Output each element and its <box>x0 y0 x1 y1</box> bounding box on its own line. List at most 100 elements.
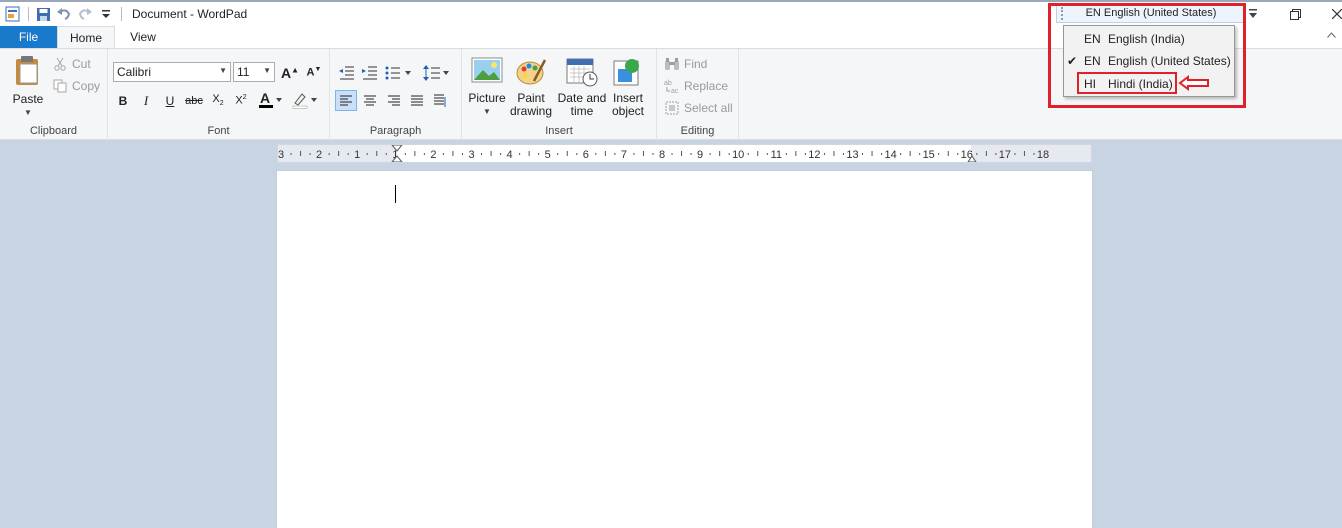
ruler-tick-label: 11 <box>771 149 782 161</box>
underline-button[interactable]: U <box>159 90 181 111</box>
close-icon[interactable] <box>1322 4 1342 24</box>
tab-file[interactable]: File <box>0 26 57 48</box>
ruler-tick <box>985 151 987 156</box>
binoculars-icon <box>664 56 680 72</box>
font-size-combo[interactable]: 11 ▼ <box>233 62 275 82</box>
ruler-tick <box>528 151 530 156</box>
tab-view[interactable]: View <box>115 26 171 48</box>
ruler-tick-label: 15 <box>923 149 935 161</box>
tab-home[interactable]: Home <box>57 26 115 49</box>
line-spacing-button[interactable] <box>422 62 452 83</box>
ruler-tick <box>652 153 654 155</box>
undo-icon[interactable] <box>54 4 74 24</box>
copy-label: Copy <box>72 79 101 93</box>
ruler-tick <box>300 151 302 156</box>
ruler-tick <box>614 153 616 155</box>
align-left-button[interactable] <box>335 90 357 111</box>
save-icon[interactable] <box>33 4 53 24</box>
ruler-tick <box>862 153 864 155</box>
ruler-tick <box>976 153 978 155</box>
ruler-tick <box>385 153 387 155</box>
ruler-tick <box>414 151 416 156</box>
cut-button[interactable]: Cut <box>52 54 91 74</box>
align-right-button[interactable] <box>383 90 405 111</box>
qat-separator <box>121 7 122 21</box>
clipboard-group-label: Clipboard <box>29 125 78 137</box>
ruler-tick <box>481 153 483 155</box>
strikethrough-icon: abc <box>185 94 203 107</box>
ruler-tick <box>376 151 378 156</box>
italic-button[interactable]: I <box>135 90 157 111</box>
ruler-tick <box>1014 153 1016 155</box>
ruler-tick <box>557 153 559 155</box>
ruler-tick <box>681 151 683 156</box>
bullets-button[interactable] <box>384 62 414 83</box>
date-and-time-button[interactable]: Date and time <box>557 57 607 118</box>
chevron-down-icon: ▼ <box>263 66 271 75</box>
align-right-icon <box>388 95 400 105</box>
ruler-tick <box>909 151 911 156</box>
shrink-font-icon: A▼ <box>306 66 322 79</box>
clipboard-icon <box>16 56 38 85</box>
insert-object-button[interactable]: Insert object <box>608 57 648 118</box>
ruler-tick-label: 9 <box>697 149 703 161</box>
ruler-tick <box>338 151 340 156</box>
ruler-tick <box>1033 153 1035 155</box>
ruler-tick <box>671 153 673 155</box>
grow-font-icon: A▲ <box>280 64 300 81</box>
ruler-tick <box>938 153 940 155</box>
ruler-tick <box>690 153 692 155</box>
ruler-tick-label: 8 <box>659 149 665 161</box>
paragraph-settings-button[interactable] <box>430 90 452 111</box>
ruler-tick <box>309 153 311 155</box>
superscript-button[interactable]: X2 <box>230 90 252 111</box>
align-center-button[interactable] <box>359 90 381 111</box>
text-color-button[interactable]: A <box>256 89 286 110</box>
ruler-tick <box>595 153 597 155</box>
ruler-tick <box>404 153 406 155</box>
customize-qat-icon[interactable] <box>96 4 116 24</box>
clipboard-group: Paste ▼ Cut Copy Clipboard <box>0 49 108 140</box>
strikethrough-button[interactable]: abc <box>183 90 205 111</box>
highlight-color-button[interactable] <box>289 89 321 110</box>
increase-indent-button[interactable] <box>359 62 381 83</box>
svg-text:ab: ab <box>664 80 672 87</box>
paint-drawing-button[interactable]: Paint drawing <box>509 57 553 118</box>
picture-button[interactable]: Picture ▼ <box>467 57 507 118</box>
document-workspace[interactable]: 3 2 1 1 2 3 4 5 6 7 8 9 10 11 12 13 14 15 16 17 18 <box>0 141 1342 528</box>
ruler-tick <box>452 151 454 156</box>
redo-icon[interactable] <box>75 4 95 24</box>
grow-font-button[interactable]: A▲ <box>279 62 301 83</box>
ruler-tick <box>957 153 959 155</box>
ruler-tick <box>709 153 711 155</box>
bold-button[interactable]: B <box>112 90 134 111</box>
chevron-up-icon[interactable] <box>1327 30 1336 41</box>
ruler-tick-label: 6 <box>583 149 589 161</box>
insert-group-label: Insert <box>545 125 573 137</box>
paste-button[interactable]: Paste ▼ <box>8 55 48 119</box>
justify-button[interactable] <box>406 90 428 111</box>
find-button[interactable]: Find <box>664 54 707 74</box>
replace-button[interactable]: ab ac Replace <box>664 76 728 96</box>
ruler-tick <box>823 153 825 155</box>
italic-icon: I <box>143 92 149 108</box>
font-family-combo[interactable]: Calibri ▼ <box>113 62 231 82</box>
ruler-tick <box>766 153 768 155</box>
select-all-button[interactable]: Select all <box>664 98 733 118</box>
shrink-font-button[interactable]: A▼ <box>303 62 325 83</box>
ruler-tick-label: 2 <box>430 149 436 161</box>
wordpad-app-icon[interactable] <box>3 4 23 24</box>
copy-button[interactable]: Copy <box>52 76 100 96</box>
svg-text:A: A <box>260 91 270 106</box>
horizontal-ruler[interactable]: 3 2 1 1 2 3 4 5 6 7 8 9 10 11 12 13 14 15 16 17 18 <box>277 144 1092 163</box>
ruler-tick-label: 10 <box>732 149 744 161</box>
decrease-indent-icon <box>339 66 354 79</box>
select-all-icon <box>664 100 680 116</box>
document-page[interactable] <box>276 170 1093 528</box>
subscript-button[interactable]: X2 <box>207 90 229 111</box>
decrease-indent-button[interactable] <box>336 62 358 83</box>
restore-window-icon[interactable] <box>1280 4 1310 24</box>
picture-label: Picture <box>468 91 506 105</box>
ruler-tick <box>785 153 787 155</box>
paste-label: Paste <box>12 92 44 106</box>
